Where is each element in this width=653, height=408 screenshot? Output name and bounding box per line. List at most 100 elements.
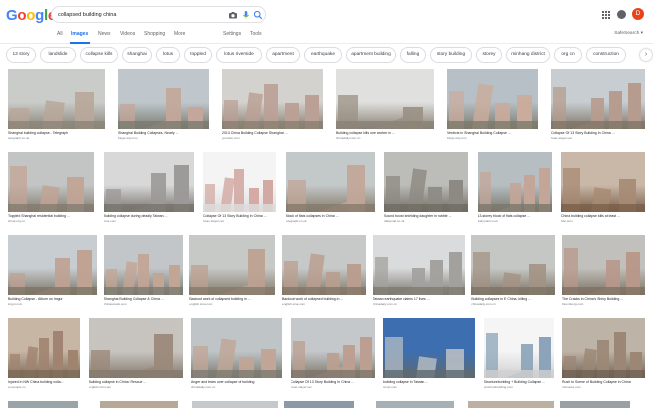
image-result[interactable]: Collapse Of 13 Story Building In China .…	[290, 318, 375, 392]
result-caption[interactable]: Shanghai Building Collapse & China ...	[104, 297, 183, 301]
result-caption[interactable]: Backout work of collapsed building in ..…	[282, 297, 366, 301]
result-thumbnail[interactable]	[551, 69, 645, 129]
image-result[interactable]: Building collapse in China: Rescue ... en…	[88, 318, 183, 392]
image-result[interactable]: Collapse Of 13 Story Building In China .…	[551, 69, 645, 143]
result-caption[interactable]: 2013 China Building Collapse Shanghai ..…	[222, 131, 323, 135]
image-result-partial[interactable]	[376, 401, 454, 408]
result-thumbnail[interactable]	[483, 318, 554, 378]
result-caption[interactable]: Building collapses in E China, killing .…	[471, 297, 555, 301]
result-thumbnail[interactable]	[118, 69, 209, 129]
image-result[interactable]: Shanghai Building Collapse & China ... ch…	[103, 235, 183, 309]
image-result[interactable]: Block of flats collapses in China ... tel…	[285, 152, 375, 226]
result-source: blogs.wsj.com	[447, 136, 467, 140]
result-source: bbc.com	[561, 219, 573, 223]
result-caption[interactable]: Collapse Of 13 Story Building In China .…	[291, 380, 375, 384]
image-result[interactable]: Rush to Scene of Building Collapse in Ch…	[562, 318, 645, 392]
result-caption[interactable]: Verdicts in Shanghai Building Collapse .…	[447, 131, 538, 135]
image-result[interactable]: Toppled Shanghai residential building ..…	[8, 152, 94, 226]
result-caption[interactable]: Shanghai building collapse - Telegraph	[8, 131, 105, 135]
result-thumbnail[interactable]	[290, 318, 375, 378]
result-thumbnail[interactable]	[447, 69, 538, 129]
result-source: bloomberg.com	[562, 302, 584, 306]
result-thumbnail[interactable]	[8, 318, 80, 378]
rubble-shape	[88, 370, 183, 378]
image-result[interactable]: 2013 China Building Collapse Shanghai ..…	[222, 69, 323, 143]
result-thumbnail[interactable]	[103, 235, 183, 295]
image-result-partial[interactable]	[100, 401, 178, 408]
result-caption[interactable]: Toppled Shanghai residential building ..…	[8, 214, 94, 218]
result-source: hoax-slayer.net	[203, 219, 224, 223]
image-result[interactable]: Shanghai Building Collapses, Nearly ... b…	[118, 69, 209, 143]
rubble-shape	[103, 287, 183, 295]
image-result[interactable]: Building collapses in E China, killing .…	[471, 235, 556, 309]
result-thumbnail[interactable]	[103, 152, 194, 212]
rubble-shape	[290, 370, 375, 378]
result-caption[interactable]: Sound boost shielding daughter in rubble…	[384, 214, 468, 218]
result-source: china.org.cn	[8, 219, 25, 223]
result-thumbnail[interactable]	[8, 235, 97, 295]
result-caption[interactable]: building collapse in Taiwan ...	[383, 380, 475, 384]
result-caption[interactable]: Backout work of collapsed building in ..…	[189, 297, 275, 301]
image-result[interactable]: Building collapse during deadly Taiwan .…	[103, 152, 194, 226]
result-caption[interactable]: Rush to Scene of Building Collapse in Ch…	[562, 380, 645, 384]
result-thumbnail[interactable]	[562, 318, 645, 378]
result-caption[interactable]: Anger and tears over collapse of buildin…	[191, 380, 282, 384]
result-source: dailymail.co.uk	[477, 219, 498, 223]
result-caption[interactable]: Building collapse in China: Rescue ...	[89, 380, 183, 384]
image-result-partial[interactable]	[8, 401, 78, 408]
rubble-shape	[483, 370, 554, 378]
result-thumbnail[interactable]	[384, 152, 468, 212]
result-caption[interactable]: 13-storey block of flats collapse ...	[478, 214, 552, 218]
result-thumbnail[interactable]	[191, 318, 282, 378]
result-thumbnail[interactable]	[561, 152, 645, 212]
result-thumbnail[interactable]	[203, 152, 276, 212]
result-thumbnail[interactable]	[285, 152, 375, 212]
result-thumbnail[interactable]	[88, 318, 183, 378]
image-result[interactable]: China building collapse kills at least .…	[561, 152, 645, 226]
result-thumbnail[interactable]	[372, 235, 465, 295]
image-result-partial[interactable]	[468, 401, 554, 408]
image-result[interactable]: Verdicts in Shanghai Building Collapse .…	[447, 69, 538, 143]
result-thumbnail[interactable]	[477, 152, 552, 212]
image-result[interactable]: Injured in NW China building colla... en.…	[8, 318, 80, 392]
result-thumbnail[interactable]	[222, 69, 323, 129]
result-caption[interactable]: Shanghai Building Collapses, Nearly ...	[118, 131, 209, 135]
image-result-partial[interactable]	[284, 401, 354, 408]
image-result-partial[interactable]	[192, 401, 278, 408]
image-results-grid: Shanghai building collapse - Telegraph te…	[0, 0, 653, 408]
image-result[interactable]: Structureburlding + Building Collapse ..…	[483, 318, 554, 392]
result-thumbnail[interactable]	[282, 235, 366, 295]
result-thumbnail[interactable]	[8, 69, 105, 129]
result-caption[interactable]: Collapse Of 13 Story Building In China .…	[203, 214, 276, 218]
image-result-partial[interactable]	[560, 401, 630, 408]
image-result[interactable]: Taiwan earthquake claims 17 lives ... chi…	[372, 235, 465, 309]
result-thumbnail[interactable]	[8, 152, 94, 212]
image-result[interactable]: Backout work of collapsed building in ..…	[282, 235, 366, 309]
image-result[interactable]: Shanghai building collapse - Telegraph te…	[8, 69, 105, 143]
result-caption[interactable]: Injured in NW China building colla...	[8, 380, 80, 384]
result-caption[interactable]: Collapse Of 13 Story Building In China .…	[551, 131, 645, 135]
result-thumbnail[interactable]	[336, 69, 434, 129]
image-result[interactable]: 13-storey block of flats collapse ... dai…	[477, 152, 552, 226]
image-result[interactable]: Anger and tears over collapse of buildin…	[191, 318, 282, 392]
result-caption[interactable]: Building collapse kills one worker in ..…	[336, 131, 434, 135]
image-result[interactable]: Building collapse kills one worker in ..…	[336, 69, 434, 143]
result-thumbnail[interactable]	[189, 235, 276, 295]
image-result[interactable]: The Cracks in China's Shiny Building ...…	[562, 235, 645, 309]
image-result[interactable]: Building Collapse - Album on Imgur imgur.…	[8, 235, 97, 309]
result-caption[interactable]: Block of flats collapses in China ...	[286, 214, 375, 218]
result-thumbnail[interactable]	[562, 235, 645, 295]
result-caption[interactable]: Taiwan earthquake claims 17 lives ...	[373, 297, 465, 301]
result-thumbnail[interactable]	[471, 235, 556, 295]
result-caption[interactable]: Structureburlding + Building Collapse ..…	[484, 380, 554, 384]
result-caption[interactable]: The Cracks in China's Shiny Building ...	[562, 297, 645, 301]
image-result[interactable]: Sound boost shielding daughter in rubble…	[384, 152, 468, 226]
image-result[interactable]: Backout work of collapsed building in ..…	[189, 235, 276, 309]
image-result[interactable]: Collapse Of 13 Story Building In China .…	[203, 152, 276, 226]
result-source: youtube.com	[222, 136, 240, 140]
image-result[interactable]: building collapse in Taiwan ... scmp.com	[383, 318, 475, 392]
result-caption[interactable]: Building Collapse - Album on Imgur	[8, 297, 97, 301]
result-caption[interactable]: Building collapse during deadly Taiwan .…	[104, 214, 194, 218]
result-caption[interactable]: China building collapse kills at least .…	[561, 214, 645, 218]
result-thumbnail[interactable]	[383, 318, 475, 378]
